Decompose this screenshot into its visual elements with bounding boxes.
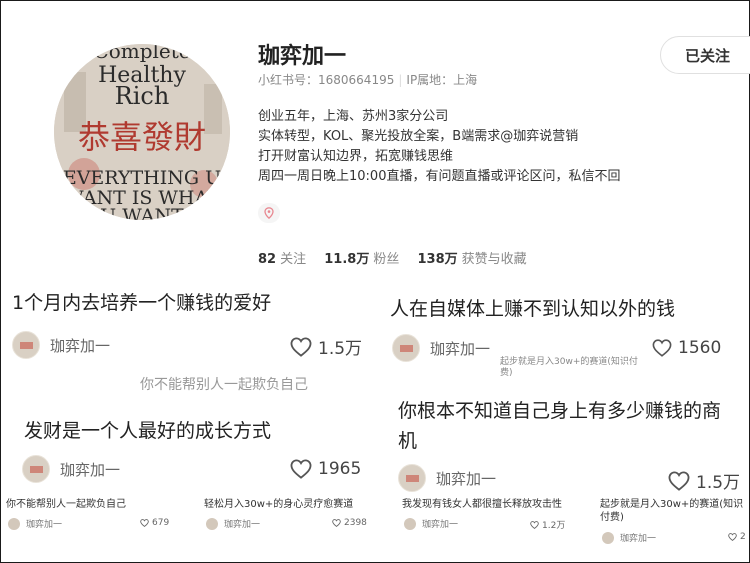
stat-label: 粉丝 [373,252,400,267]
author-avatar [404,517,416,530]
mini-like-count[interactable]: 2398 [332,518,367,528]
stat-likes-collects[interactable]: 138万 获赞与收藏 [417,252,526,267]
mini-note-author[interactable]: 珈弈加一 [602,531,656,544]
mini-like-count[interactable]: 2 [728,532,746,542]
heart-icon [140,519,149,527]
avatar-text-5: EVERYTHING U [63,167,221,189]
author-name: 珈弈加一 [436,469,497,488]
author-name: 珈弈加一 [50,336,111,355]
profile-ip: IP属地：上海 [406,73,478,87]
followed-button[interactable]: 已关注 [660,36,750,74]
mini-note-title[interactable]: 起步就是月入30w+的赛道(知识付费) [600,498,748,524]
profile-name: 珈弈加一 [258,44,347,69]
heart-icon [652,339,672,357]
bio-line: 创业五年，上海、苏州3家分公司 [258,109,449,124]
note-author[interactable]: 珈弈加一 [392,334,490,362]
note-title[interactable]: 1个月内去培养一个赚钱的爱好 [12,288,352,318]
avatar-text-4: 恭喜發財 [78,118,206,156]
heart-icon [290,459,312,479]
like-count[interactable]: 1965 [290,459,361,479]
author-avatar [602,531,614,544]
profile-bio: 创业五年，上海、苏州3家分公司 实体转型，KOL、聚光投放全案，B端需求@珈弈说… [258,107,620,187]
mini-note-title[interactable]: 轻松月入30w+的身心灵疗愈赛道 [204,498,394,511]
avatar-artwork: Complete Healthy Rich 恭喜發財 EVERYTHING U … [54,44,230,220]
note-title[interactable]: 人在自媒体上赚不到认知以外的钱 [390,294,730,324]
stat-followers[interactable]: 11.8万 粉丝 [324,252,399,267]
profile-id: 小红书号：1680664195 [258,73,395,87]
stat-label: 获赞与收藏 [461,252,527,267]
author-avatar [206,517,218,530]
stat-value: 11.8万 [324,252,370,267]
like-value: 679 [152,518,170,528]
avatar-text-3: Rich [115,82,170,110]
mini-note-author[interactable]: 珈弈加一 [8,517,62,530]
mini-note-author[interactable]: 珈弈加一 [404,517,458,530]
like-count[interactable]: 1.5万 [668,468,740,493]
like-value: 1965 [318,459,362,479]
like-value: 2398 [344,518,367,528]
heart-icon [290,336,312,357]
like-value: 2 [740,532,746,542]
author-avatar [8,517,20,530]
like-value: 1560 [678,338,722,358]
location-icon [264,207,274,219]
profile-stats: 82 关注 11.8万 粉丝 138万 获赞与收藏 [258,248,541,267]
stat-following[interactable]: 82 关注 [258,252,306,267]
meta-divider: | [398,73,403,87]
note-title[interactable]: 发财是一个人最好的成长方式 [24,416,354,446]
author-avatar [22,455,50,483]
author-name: 珈弈加一 [60,460,121,479]
mini-like-count[interactable]: 679 [140,518,169,528]
heart-icon [668,470,690,491]
bio-line: 周四一周日晚上10:00直播，有问题直播或评论区问，私信不回 [258,169,621,184]
note-author[interactable]: 珈弈加一 [22,455,120,483]
note-author[interactable]: 珈弈加一 [398,464,496,492]
note-title[interactable]: 你根本不知道自己身上有多少赚钱的商机 [398,396,738,456]
heart-icon [332,519,341,527]
like-value: 1.2万 [542,521,566,531]
location-tag [258,203,280,223]
stat-label: 关注 [280,252,307,267]
author-avatar [12,331,40,359]
heart-icon [728,533,737,541]
mini-like-count[interactable]: 1.2万 [530,518,565,531]
bio-line: 打开财富认知边界，拓宽赚钱思维 [258,149,454,164]
profile-avatar[interactable]: Complete Healthy Rich 恭喜發財 EVERYTHING U … [54,44,230,220]
like-count[interactable]: 1.5万 [290,334,362,359]
like-value: 1.5万 [696,473,741,493]
author-name: 珈弈加一 [430,339,491,358]
note-caption: 起步就是月入30w+的赛道(知识付费) [500,357,638,378]
like-value: 1.5万 [318,339,363,359]
author-name: 珈弈加一 [422,520,459,530]
stat-value: 138万 [417,252,458,267]
mini-note-title[interactable]: 你不能帮别人一起欺负自己 [6,498,196,511]
bio-line: 实体转型，KOL、聚光投放全案，B端需求@珈弈说营销 [258,129,579,144]
profile-meta: 小红书号：1680664195 | IP属地：上海 [258,71,477,88]
mini-note-author[interactable]: 珈弈加一 [206,517,260,530]
faded-note-title: 你不能帮别人一起欺负自己 [140,377,308,393]
mini-note-title[interactable]: 我发现有钱女人都很擅长释放攻击性 [402,498,592,511]
author-name: 珈弈加一 [620,534,657,544]
author-avatar [398,464,426,492]
heart-icon [530,520,539,529]
author-avatar [392,334,420,362]
note-author[interactable]: 珈弈加一 [12,331,110,359]
like-count[interactable]: 1560 [652,338,721,358]
author-name: 珈弈加一 [26,520,63,530]
author-name: 珈弈加一 [224,520,261,530]
stat-value: 82 [258,252,277,267]
